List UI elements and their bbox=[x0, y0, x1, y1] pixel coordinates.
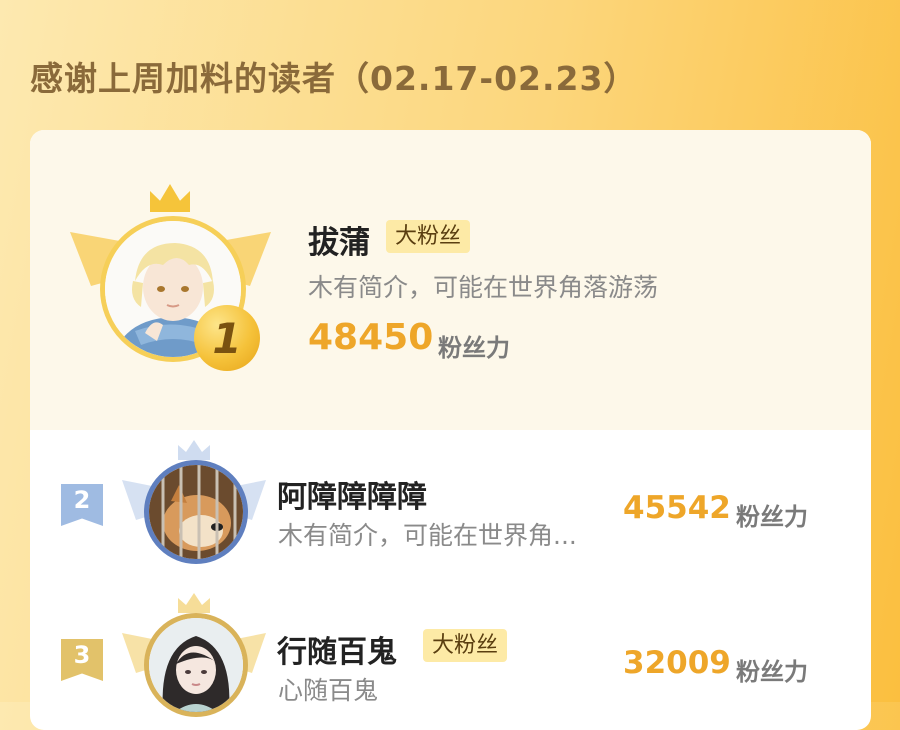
rank-2-badge bbox=[122, 440, 267, 580]
rank-2-entry[interactable]: 2 阿障障障障 木有简介，可能在世界角... 45542 粉丝力 bbox=[30, 430, 871, 585]
fan-power-unit: 粉丝力 bbox=[438, 334, 510, 362]
crown-icon bbox=[178, 440, 210, 460]
fan-power-score: 48450 bbox=[308, 317, 434, 358]
rank-3-flag-icon: 3 bbox=[61, 639, 103, 681]
fan-power-score: 32009 bbox=[623, 645, 731, 681]
ancient-style-girl-avatar-icon bbox=[149, 618, 243, 712]
fan-power-score: 45542 bbox=[623, 490, 731, 526]
rank-3-badge bbox=[122, 593, 267, 730]
username[interactable]: 阿障障障障 bbox=[277, 472, 427, 516]
page-title: 感谢上周加料的读者（02.17-02.23） bbox=[30, 59, 638, 98]
rank-1-badge: 1 bbox=[70, 182, 275, 372]
fan-tag-badge: 大粉丝 bbox=[386, 220, 471, 253]
fan-power-unit: 粉丝力 bbox=[736, 658, 808, 686]
fan-tag-badge: 大粉丝 bbox=[423, 629, 508, 662]
shiba-dog-avatar-icon bbox=[149, 465, 243, 559]
user-intro: 木有简介，可能在世界角落游荡 bbox=[308, 273, 659, 302]
reader-ranking-card: 1 拔蒲 大粉丝 木有简介，可能在世界角落游荡 48450 粉丝力 2 阿障障障… bbox=[30, 130, 871, 730]
rank-2-flag-icon: 2 bbox=[61, 484, 103, 526]
username[interactable]: 行随百鬼 bbox=[277, 627, 397, 671]
rank-3-entry[interactable]: 3 行随百鬼 大粉丝 心随百鬼 32009 粉丝力 bbox=[30, 585, 871, 730]
user-intro: 木有简介，可能在世界角... bbox=[278, 521, 577, 550]
avatar[interactable] bbox=[144, 613, 248, 717]
crown-icon bbox=[178, 593, 210, 613]
crown-icon bbox=[150, 184, 190, 212]
fan-power-unit: 粉丝力 bbox=[736, 503, 808, 531]
rank-1-entry[interactable]: 1 拔蒲 大粉丝 木有简介，可能在世界角落游荡 48450 粉丝力 bbox=[30, 130, 871, 430]
avatar[interactable] bbox=[144, 460, 248, 564]
username[interactable]: 拔蒲 bbox=[308, 217, 370, 262]
rank-1-medal-icon: 1 bbox=[194, 305, 260, 371]
